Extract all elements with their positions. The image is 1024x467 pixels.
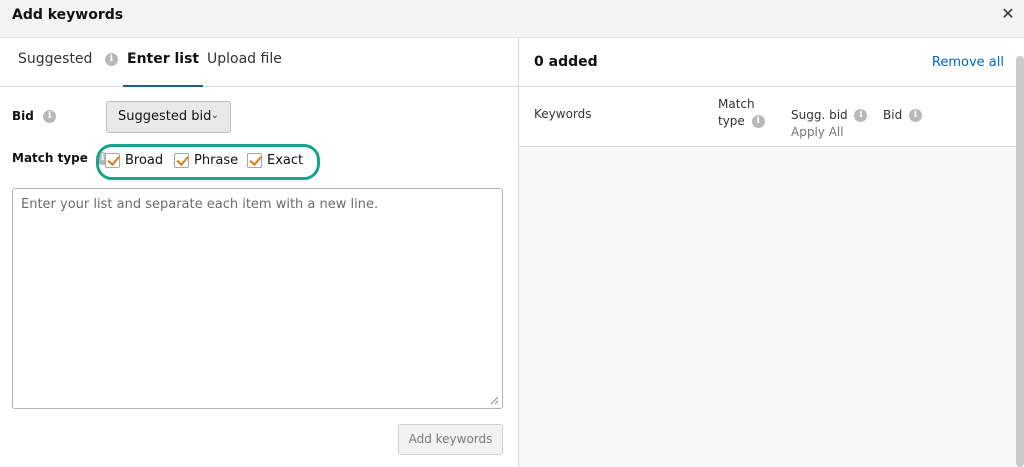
remove-all-link[interactable]: Remove all [932, 55, 1004, 70]
column-keywords: Keywords [534, 107, 592, 121]
checkbox-checked-icon[interactable] [247, 153, 262, 168]
info-icon[interactable]: i [104, 52, 118, 66]
keyword-entry-panel: Suggested i Enter list Upload file Bid i… [0, 38, 518, 467]
tab-enter-list[interactable]: Enter list [122, 51, 204, 87]
tab-suggested[interactable]: Suggested i [18, 51, 118, 87]
info-icon[interactable]: i [751, 115, 765, 128]
info-icon[interactable]: i [909, 109, 923, 122]
checkbox-exact[interactable]: Exact [247, 153, 303, 168]
bid-label-text: Bid [12, 109, 34, 123]
checkbox-checked-icon[interactable] [174, 153, 189, 168]
checkbox-broad[interactable]: Broad [105, 153, 163, 168]
added-table-header: Keywords Match type i Sugg. bid i Apply … [519, 87, 1024, 147]
checkbox-phrase-label: Phrase [194, 153, 239, 168]
apply-all-link[interactable]: Apply All [791, 124, 867, 141]
bid-dropdown-value: Suggested bid [118, 109, 212, 124]
match-type-label-text: Match type [12, 151, 88, 165]
close-icon[interactable]: ✕ [998, 4, 1018, 24]
tab-upload-file[interactable]: Upload file [207, 51, 282, 87]
column-match-type-line1: Match [718, 97, 755, 111]
tab-suggested-label: Suggested [18, 51, 93, 67]
dialog-title: Add keywords [12, 7, 124, 23]
column-bid-label: Bid [883, 108, 903, 122]
column-match-type-line2: type [718, 114, 745, 128]
tab-bar: Suggested i Enter list Upload file [0, 38, 518, 87]
info-icon[interactable]: i [854, 109, 868, 122]
dialog-header: Add keywords ✕ [0, 0, 1024, 38]
column-sugg-bid: Sugg. bid i Apply All [791, 107, 868, 141]
add-keywords-button[interactable]: Add keywords [398, 424, 503, 455]
column-match-type: Match type i [718, 96, 765, 130]
chevron-down-icon: ⌄ [210, 110, 219, 121]
bid-label: Bid i [12, 109, 57, 123]
info-icon[interactable]: i [43, 110, 57, 123]
tab-enter-list-label: Enter list [127, 51, 200, 67]
column-bid: Bid i [883, 107, 923, 124]
keyword-list-textarea[interactable] [12, 188, 503, 409]
checkbox-broad-label: Broad [125, 153, 164, 168]
column-sugg-bid-label: Sugg. bid [791, 108, 848, 122]
checkbox-checked-icon[interactable] [105, 153, 120, 168]
checkbox-phrase[interactable]: Phrase [174, 153, 238, 168]
tab-upload-file-label: Upload file [207, 51, 282, 67]
scrollbar[interactable] [1016, 56, 1024, 467]
bid-dropdown[interactable]: Suggested bid ⌄ [106, 101, 231, 133]
match-type-label: Match type i [12, 151, 110, 165]
added-panel-header: 0 added Remove all [519, 38, 1024, 87]
added-count: 0 added [534, 54, 598, 70]
added-keywords-panel: 0 added Remove all Keywords Match type i… [518, 38, 1024, 467]
resize-grip-icon[interactable] [489, 395, 499, 405]
checkbox-exact-label: Exact [267, 153, 304, 168]
